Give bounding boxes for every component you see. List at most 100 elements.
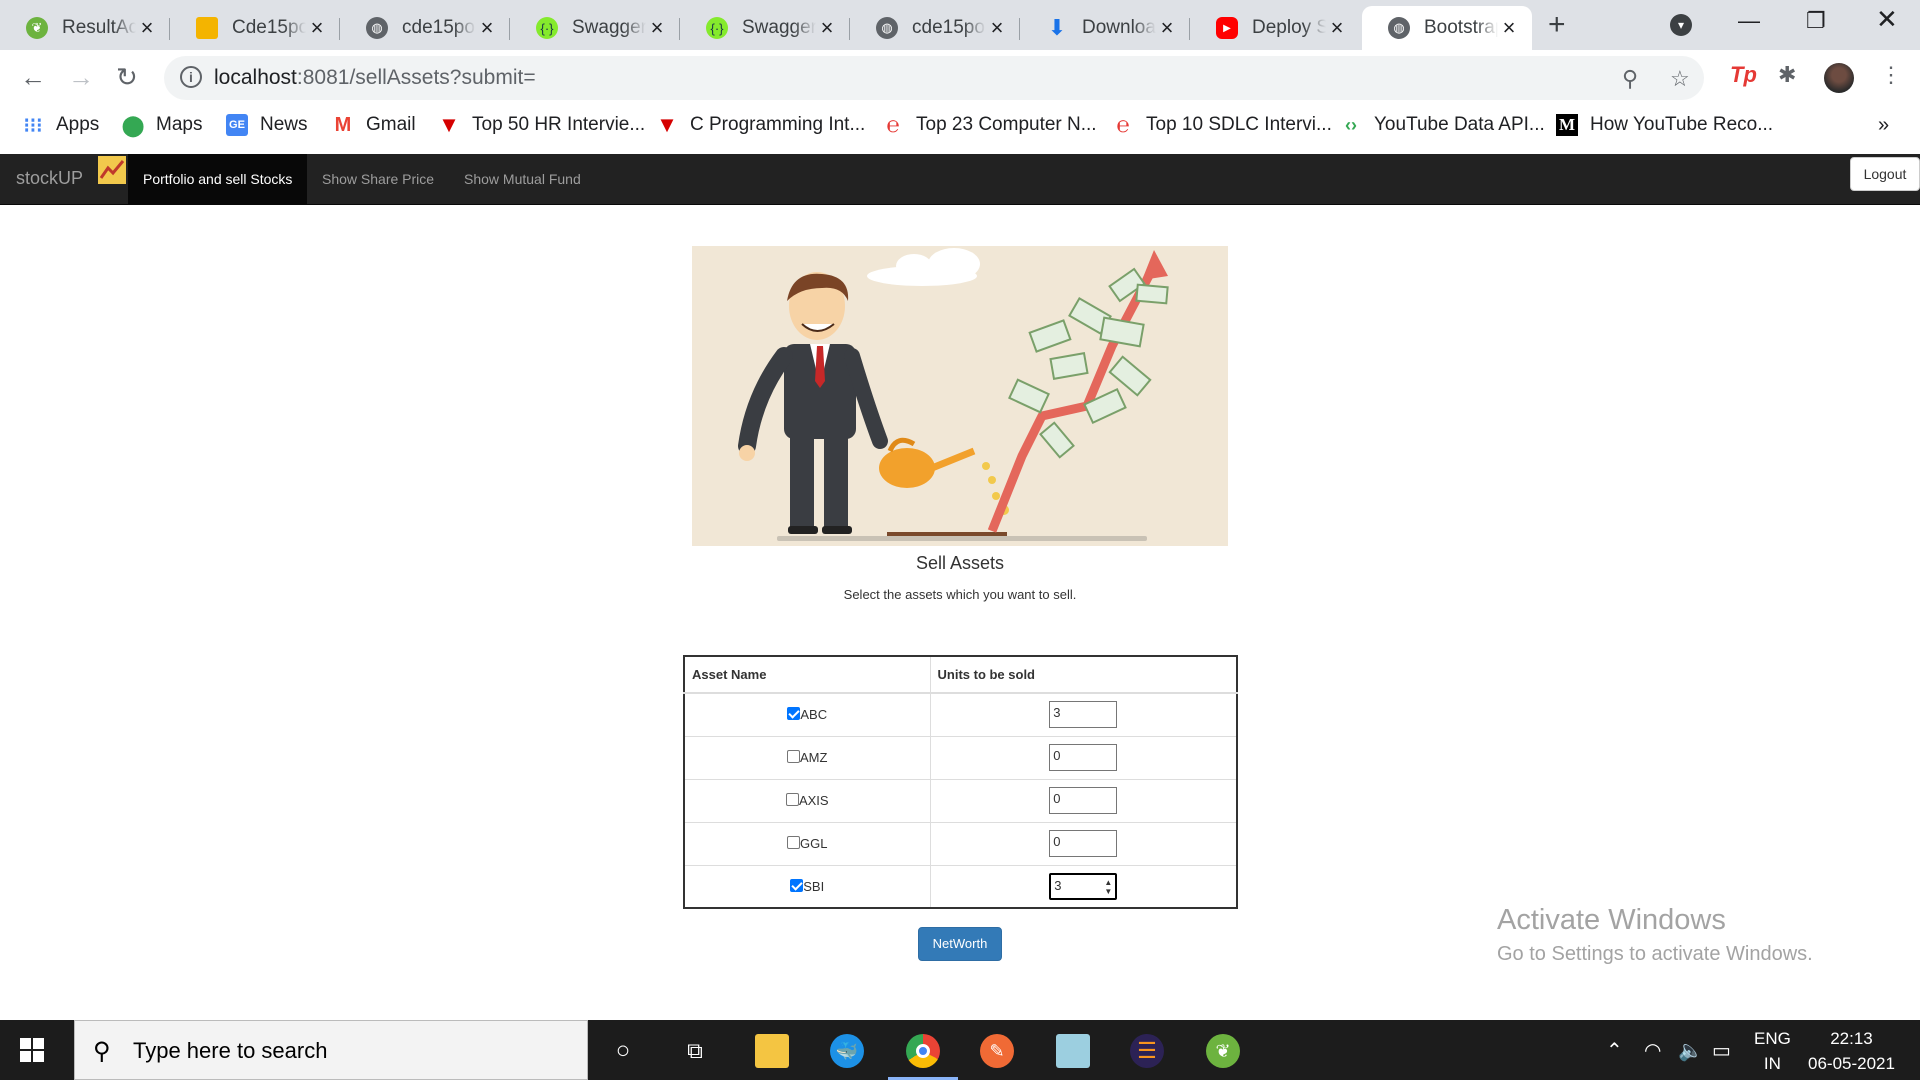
postman-icon[interactable]: ✎ — [980, 1034, 1014, 1068]
table-header-row: Asset Name Units to be sold — [683, 655, 1238, 694]
browser-tab[interactable]: ◍ cde15portfolio × — [340, 6, 510, 50]
browser-tab[interactable]: {·} Swagger UI × — [510, 6, 680, 50]
windows-start-icon[interactable] — [20, 1038, 44, 1062]
bookmark-maps[interactable]: ⬤ Maps — [121, 114, 203, 137]
close-tab-icon[interactable]: × — [476, 15, 498, 41]
asset-name-cell: AXIS — [683, 778, 931, 823]
close-tab-icon[interactable]: × — [1498, 15, 1520, 41]
reload-icon[interactable]: ↻ — [116, 62, 138, 93]
maps-pin-icon: ⬤ — [121, 114, 145, 137]
forward-icon[interactable]: → — [68, 62, 94, 93]
bookmark-apps[interactable]: ⁝⁝⁝ Apps — [22, 114, 99, 137]
close-tab-icon[interactable]: × — [816, 15, 838, 41]
show-hidden-icons-icon[interactable]: ⌃ — [1606, 1038, 1623, 1063]
units-input[interactable]: 3 — [1049, 701, 1118, 729]
browser-tab-active[interactable]: ◍ Bootstrap × — [1362, 6, 1532, 50]
volume-icon[interactable]: 🔈 — [1678, 1038, 1703, 1063]
close-tab-icon[interactable]: × — [1326, 15, 1348, 41]
units-input[interactable]: 0 — [1049, 787, 1118, 814]
asset-checkbox[interactable] — [787, 836, 801, 849]
task-view-icon[interactable]: ⧉ — [678, 1034, 712, 1068]
nav-share-price[interactable]: Show Share Price — [307, 154, 449, 205]
page-title: Sell Assets — [915, 553, 1005, 573]
zoom-icon[interactable]: ⚲ — [1622, 66, 1638, 92]
system-clock[interactable]: 22:13 06-05-2021 — [1808, 1026, 1895, 1076]
download-icon: ⬇ — [1047, 15, 1067, 40]
language-indicator[interactable]: ENG IN — [1754, 1026, 1791, 1076]
tab-search-icon[interactable]: ▾ — [1670, 14, 1692, 36]
bookmark-link[interactable]: ▼ C Programming Int... — [656, 112, 865, 137]
google-news-icon: GE — [226, 114, 248, 136]
battery-icon[interactable]: ▭ — [1712, 1038, 1731, 1063]
more-bookmarks-icon[interactable]: » — [1878, 114, 1889, 137]
assets-table: Asset Name Units to be sold ABC 3 AMZ 0 AXIS… — [683, 655, 1238, 909]
asset-checkbox[interactable] — [787, 707, 801, 721]
page-subtitle: Select the assets which you want to sell… — [843, 587, 1077, 602]
browser-tab[interactable]: Cde15portfolio × — [170, 6, 340, 50]
back-icon[interactable]: ← — [20, 62, 46, 93]
docker-icon[interactable]: 🐳 — [830, 1034, 864, 1068]
browser-tab-strip: ❦ ResultActions × Cde15portfolio × ◍ cde… — [0, 0, 1920, 50]
swagger-icon: {·} — [536, 17, 558, 39]
asset-checkbox[interactable] — [785, 793, 799, 806]
units-input[interactable]: 0 — [1049, 830, 1118, 857]
wifi-icon[interactable]: ◠ — [1644, 1038, 1661, 1063]
networth-button[interactable]: NetWorth — [918, 927, 1002, 961]
close-tab-icon[interactable]: × — [646, 15, 668, 41]
asset-name: AMZ — [800, 750, 828, 765]
table-row: GGL 0 — [683, 821, 1238, 866]
units-cell: 0 — [929, 821, 1238, 866]
browser-tab[interactable]: ⬇ Downloads × — [1020, 6, 1190, 50]
bookmark-gmail[interactable]: M Gmail — [332, 114, 416, 136]
spring-tool-suite-icon[interactable]: ❦ — [1206, 1034, 1240, 1068]
logout-button[interactable]: Logout — [1850, 157, 1920, 191]
brand-name[interactable]: stockUP — [16, 168, 83, 189]
units-input[interactable]: 3 ▲ ▼ — [1049, 872, 1118, 900]
close-tab-icon[interactable]: × — [306, 15, 328, 41]
tp-extension-icon[interactable]: Tp — [1730, 62, 1757, 88]
minimize-icon[interactable]: — — [1738, 8, 1760, 34]
bookmark-link[interactable]: ℮ Top 10 SDLC Intervi... — [1112, 112, 1331, 137]
bookmark-link[interactable]: ▼ Top 50 HR Intervie... — [438, 112, 645, 137]
nav-portfolio[interactable]: Portfolio and sell Stocks — [128, 154, 308, 205]
file-explorer-icon[interactable] — [755, 1034, 789, 1068]
taskbar-search-box[interactable]: ⚲ Type here to search — [74, 1020, 588, 1080]
units-cell: 3 ▲ ▼ — [929, 864, 1238, 909]
bookmark-link[interactable]: ℮ Top 23 Computer N... — [882, 112, 1096, 137]
bookmark-link[interactable]: ‹› YouTube Data API... — [1340, 114, 1545, 136]
close-tab-icon[interactable]: × — [986, 15, 1008, 41]
cortana-icon[interactable]: ○ — [606, 1034, 640, 1068]
bookmark-news[interactable]: GE News — [226, 114, 308, 136]
close-tab-icon[interactable]: × — [136, 15, 158, 41]
nav-mutual-fund[interactable]: Show Mutual Fund — [449, 154, 596, 205]
extensions-puzzle-icon[interactable]: ✱ — [1778, 62, 1796, 88]
close-tab-icon[interactable]: × — [1156, 15, 1178, 41]
spring-leaf-icon: ❦ — [26, 17, 48, 39]
bookmark-link[interactable]: M How YouTube Reco... — [1556, 114, 1773, 136]
address-bar[interactable]: i localhost:8081/sellAssets?submit= ⚲ ☆ — [164, 56, 1704, 100]
table-row: SBI 3 ▲ ▼ — [683, 864, 1238, 909]
eclipse-icon[interactable]: ☰ — [1130, 1034, 1164, 1068]
spinner-arrows-icon[interactable]: ▲ ▼ — [1104, 878, 1112, 896]
asset-checkbox[interactable] — [787, 750, 801, 763]
browser-tab[interactable]: ▶ Deploy Spring × — [1190, 6, 1360, 50]
bookmark-star-icon[interactable]: ☆ — [1670, 66, 1690, 92]
chrome-menu-icon[interactable]: ⋮ — [1880, 62, 1902, 88]
new-tab-icon[interactable]: + — [1548, 8, 1566, 42]
profile-avatar[interactable] — [1824, 63, 1854, 93]
close-window-icon[interactable]: ✕ — [1876, 4, 1898, 35]
site-info-icon[interactable]: i — [180, 66, 202, 88]
notepad-icon[interactable] — [1056, 1034, 1090, 1068]
hero-illustration — [692, 246, 1228, 546]
browser-tab[interactable]: ❦ ResultActions × — [0, 6, 170, 50]
restore-window-icon[interactable]: ❐ — [1806, 8, 1826, 34]
browser-tab[interactable]: {·} Swagger UI × — [680, 6, 850, 50]
asset-checkbox[interactable] — [790, 878, 804, 892]
asset-name-cell: SBI — [683, 864, 931, 909]
browser-tab[interactable]: ◍ cde15portfolio × — [850, 6, 1020, 50]
asset-name-cell: AMZ — [683, 735, 931, 780]
tp-logo-icon: ▼ — [438, 112, 460, 137]
units-input[interactable]: 0 — [1049, 744, 1118, 771]
asset-name: AXIS — [798, 793, 829, 808]
chrome-icon[interactable] — [906, 1034, 940, 1068]
